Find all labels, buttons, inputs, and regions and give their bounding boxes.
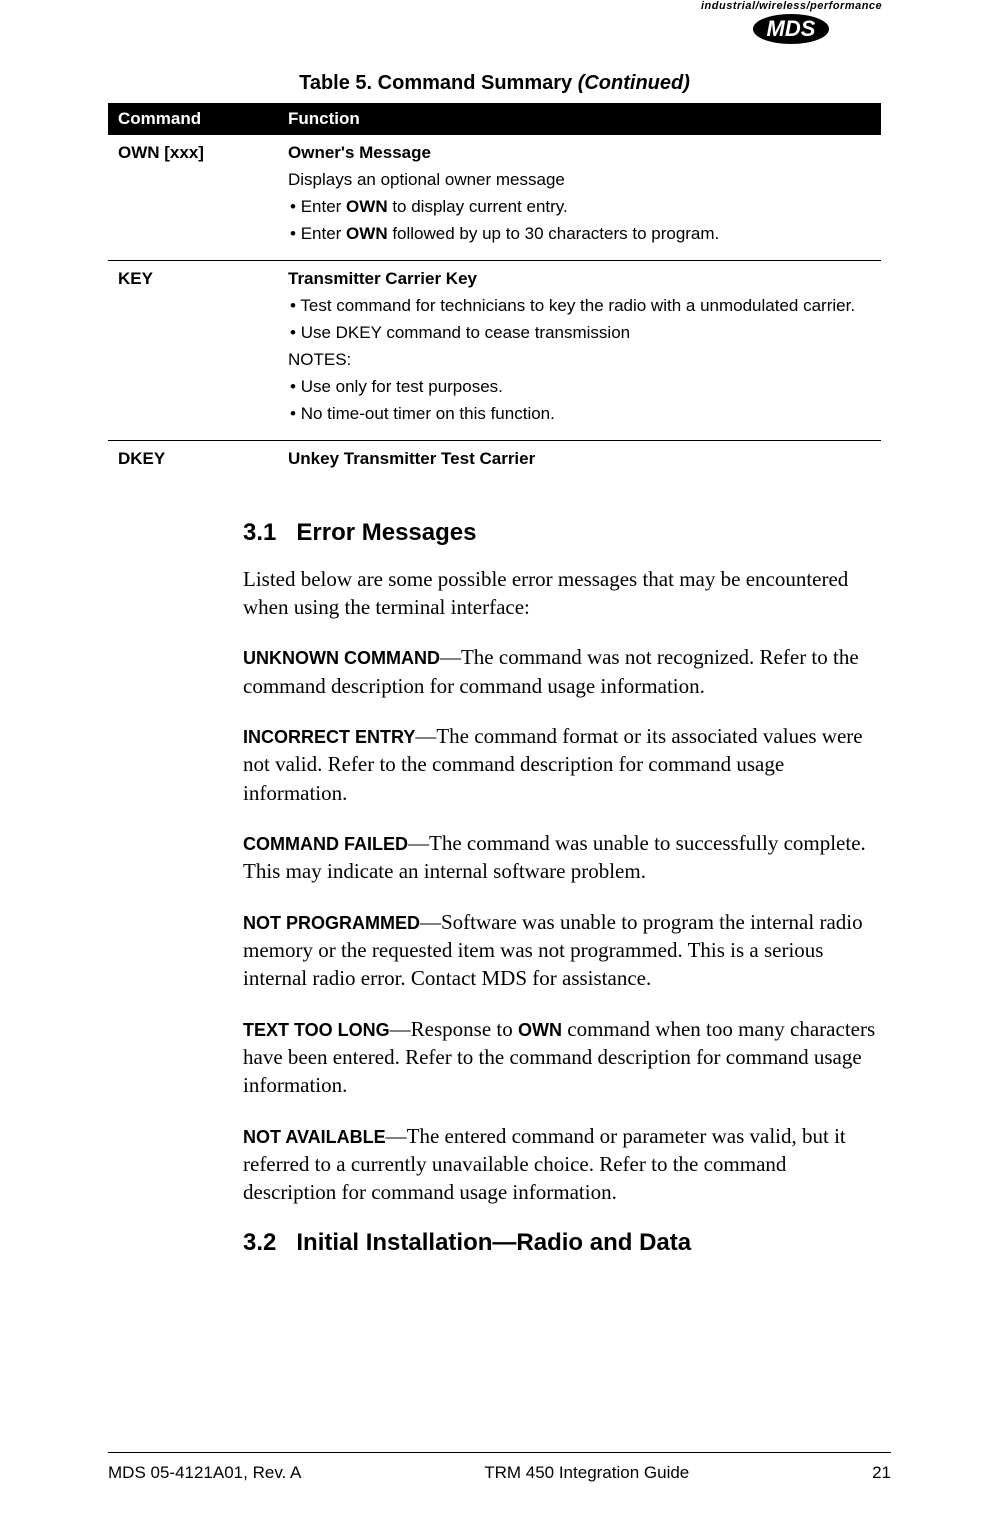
table-title-suffix: (Continued) [578,72,690,94]
table-header-command: Command [108,103,278,135]
function-bullet: Use DKEY command to cease transmission [288,322,871,345]
command-function: Transmitter Carrier Key Test command for… [278,260,881,440]
error-paragraph: COMMAND FAILED—The command was unable to… [243,829,881,886]
function-title: Unkey Transmitter Test Carrier [288,449,871,469]
section-title: Initial Installation—Radio and Data [296,1229,691,1256]
error-paragraph: INCORRECT ENTRY—The command format or it… [243,722,881,807]
section-heading-3-2: 3.2 Initial Installation—Radio and Data [243,1229,881,1257]
table-row: DKEY Unkey Transmitter Test Carrier [108,440,881,485]
error-name: COMMAND FAILED [243,834,408,854]
table-header-function: Function [278,103,881,135]
function-desc: Displays an optional owner message [288,169,871,192]
error-paragraph: NOT AVAILABLE—The entered command or par… [243,1122,881,1207]
table-row: OWN [xxx] Owner's Message Displays an op… [108,135,881,260]
error-name: UNKNOWN COMMAND [243,648,440,668]
command-summary-table: Command Function OWN [xxx] Owner's Messa… [108,103,881,485]
error-name: TEXT TOO LONG [243,1020,390,1040]
section-heading-3-1: 3.1 Error Messages [243,519,881,547]
logo-tagline: industrial/wireless/performance [701,0,881,12]
footer-right: 21 [872,1463,891,1483]
function-bullet: Enter OWN followed by up to 30 character… [288,223,871,246]
section-number: 3.1 [243,519,276,546]
function-title: Owner's Message [288,143,871,163]
error-name: NOT PROGRAMMED [243,913,420,933]
function-title: Transmitter Carrier Key [288,269,871,289]
error-paragraph: NOT PROGRAMMED—Software was unable to pr… [243,908,881,993]
intro-paragraph: Listed below are some possible error mes… [243,565,881,622]
command-name: KEY [108,260,278,440]
error-name: NOT AVAILABLE [243,1127,386,1147]
error-paragraph: UNKNOWN COMMAND—The command was not reco… [243,643,881,700]
function-bullet: Use only for test purposes. [288,376,871,399]
error-paragraph: TEXT TOO LONG—Response to OWN command wh… [243,1015,881,1100]
logo-badge: MDS [753,14,830,44]
error-name: INCORRECT ENTRY [243,727,415,747]
inline-command: OWN [518,1020,562,1040]
table-row: KEY Transmitter Carrier Key Test command… [108,260,881,440]
command-function: Owner's Message Displays an optional own… [278,135,881,260]
function-bullet: Test command for technicians to key the … [288,295,871,318]
section-title: Error Messages [296,519,476,546]
logo: industrial/wireless/performance MDS [701,0,881,44]
body-content: 3.1 Error Messages Listed below are some … [243,519,881,1257]
error-desc-a: —Response to [390,1017,518,1041]
page-content: Table 5. Command Summary (Continued) Com… [108,72,881,1275]
table-title-prefix: Table 5. Command Summary [299,72,578,94]
footer-left: MDS 05-4121A01, Rev. A [108,1463,301,1483]
section-number: 3.2 [243,1229,276,1256]
command-name: DKEY [108,440,278,485]
function-notes: NOTES: [288,349,871,372]
command-function: Unkey Transmitter Test Carrier [278,440,881,485]
function-bullet: Enter OWN to display current entry. [288,196,871,219]
footer-center: TRM 450 Integration Guide [484,1463,689,1483]
page-footer: MDS 05-4121A01, Rev. A TRM 450 Integrati… [108,1452,891,1483]
command-name: OWN [xxx] [108,135,278,260]
function-bullet: No time-out timer on this function. [288,403,871,426]
table-title: Table 5. Command Summary (Continued) [108,72,881,95]
